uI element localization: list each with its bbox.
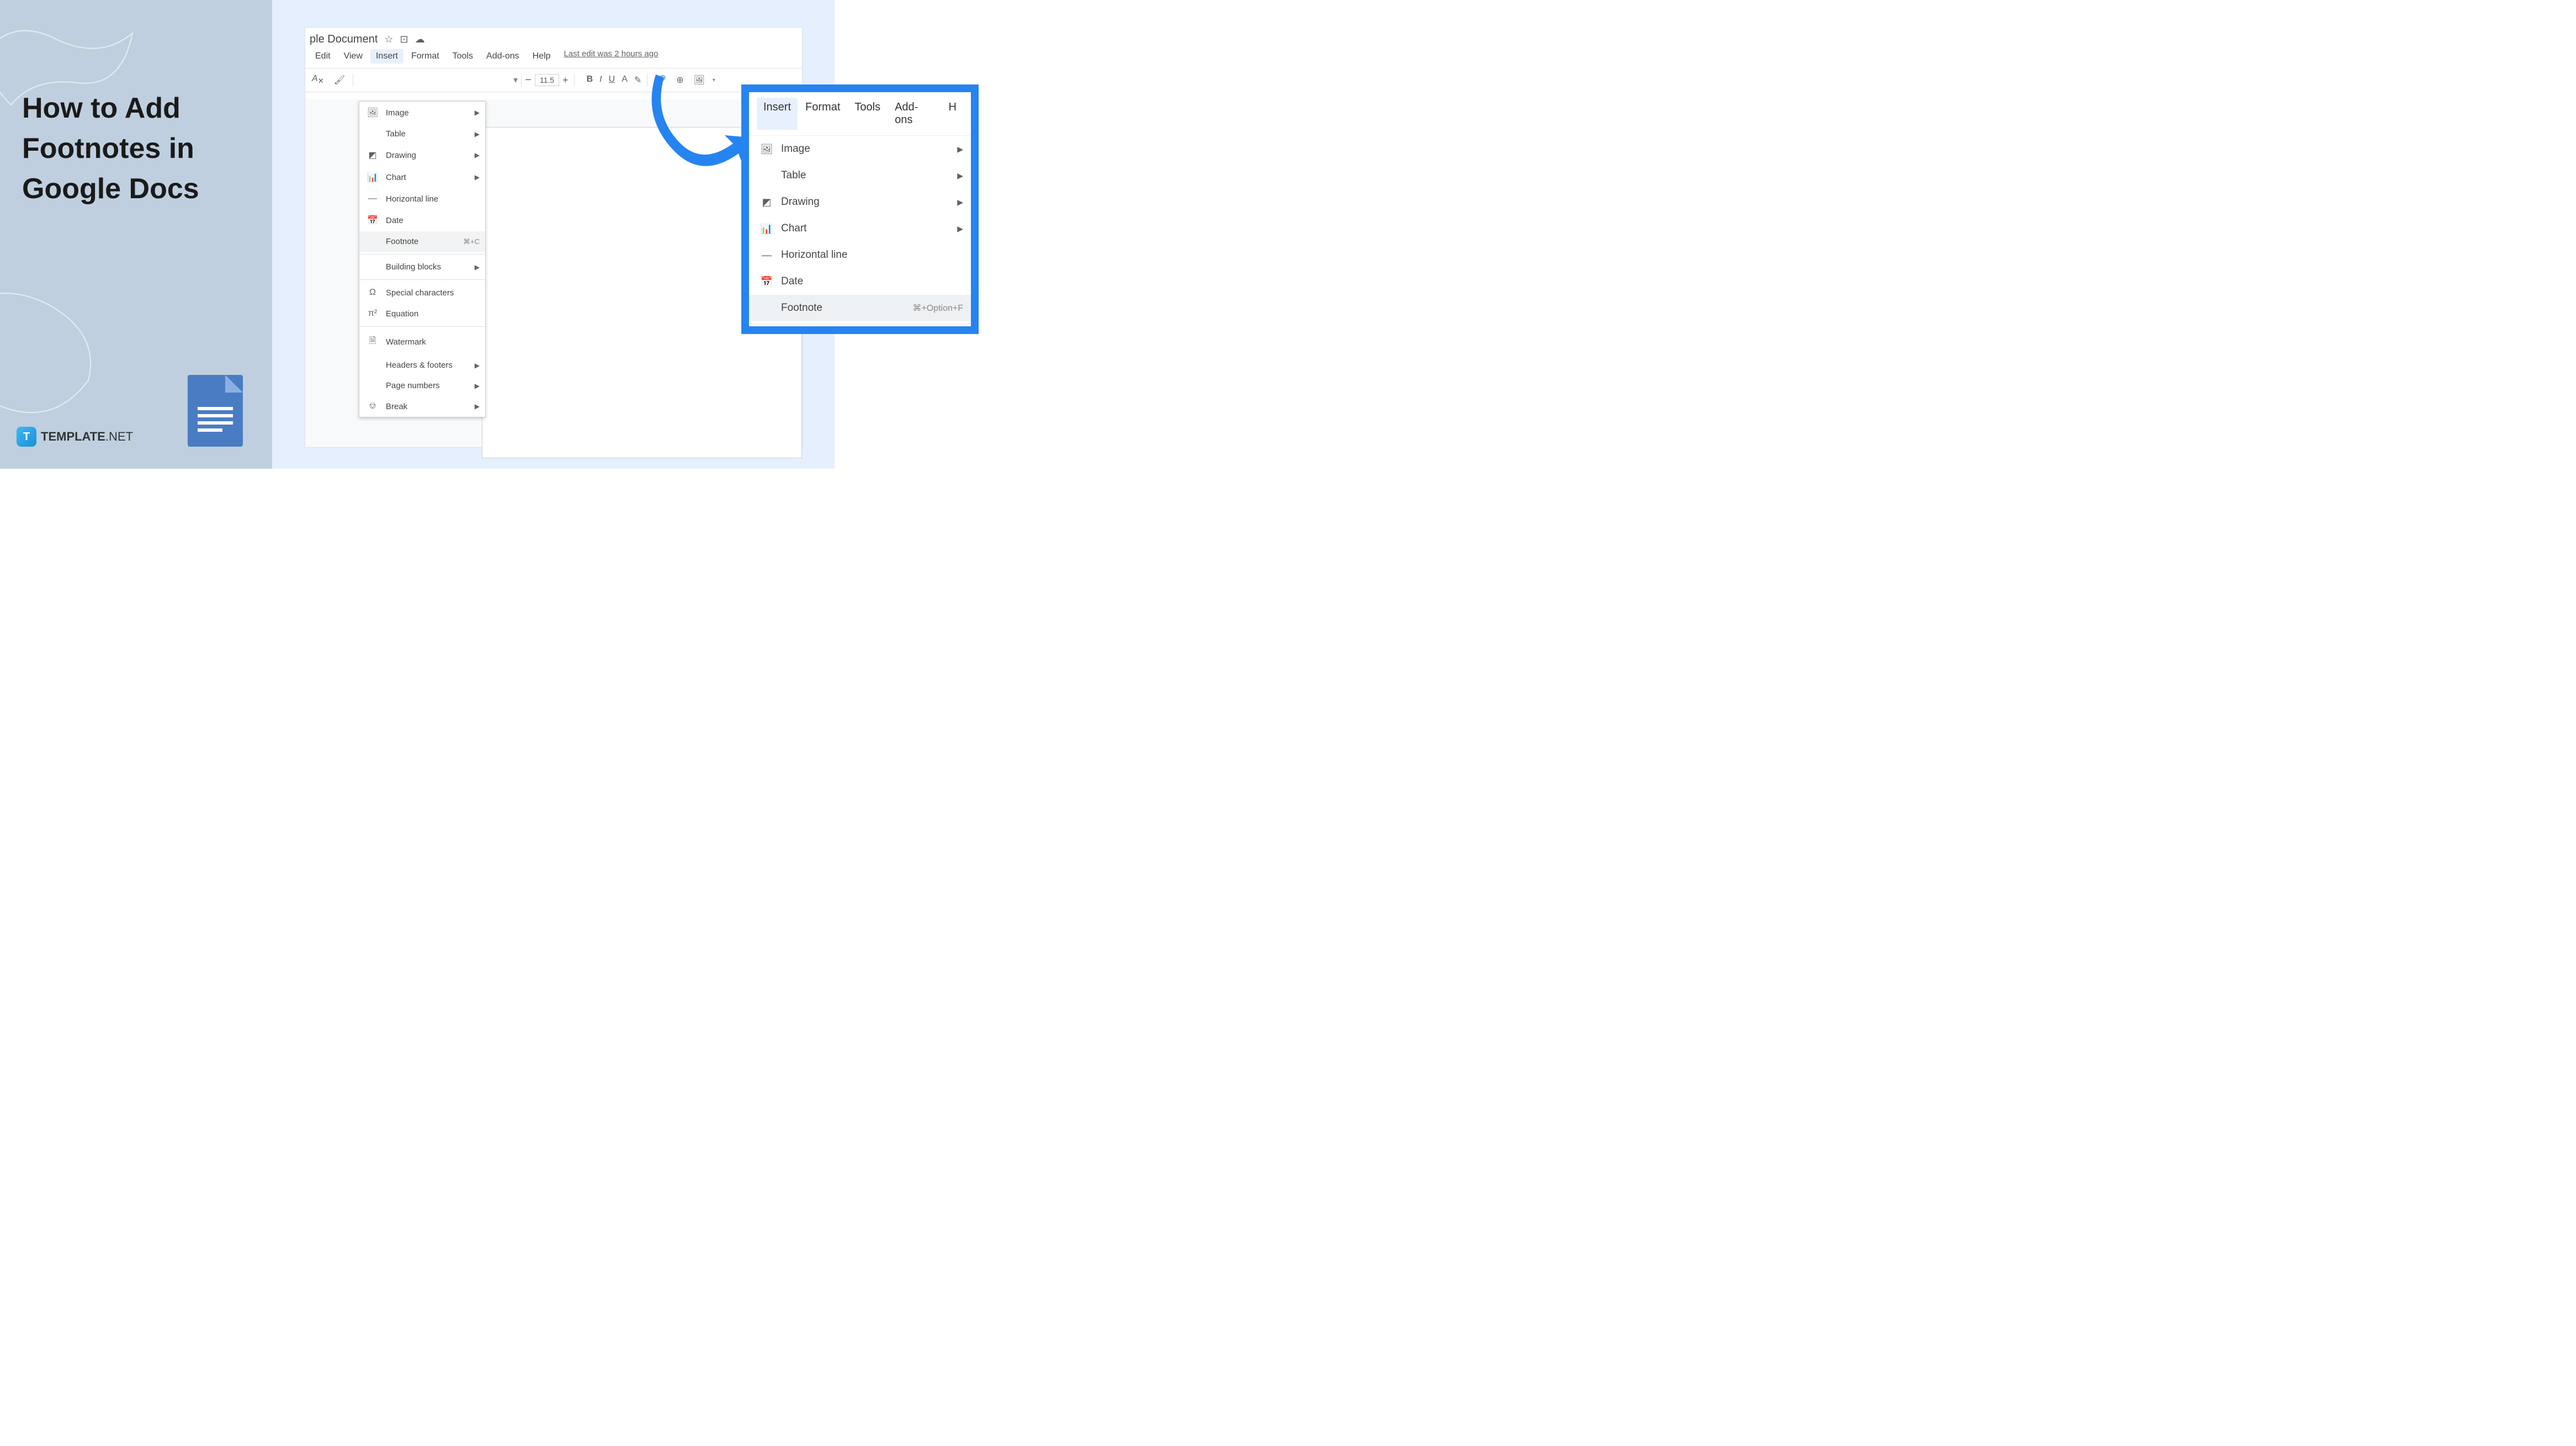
callout-menu-insert[interactable]: Insert [757,98,798,130]
insert-page-numbers[interactable]: Page numbers▶ [359,375,485,396]
logo-suffix: .NET [105,430,133,443]
callout-insert-image[interactable]: 🖼Image▶ [749,136,971,162]
submenu-arrow-icon: ▶ [475,382,480,390]
underline-button[interactable]: U [609,75,615,86]
submenu-arrow-icon: ▶ [957,224,963,234]
left-panel: How to Add Footnotes in Google Docs T TE… [0,0,272,469]
decorative-wave-top [0,11,144,121]
menu-format[interactable]: Format [406,49,445,63]
callout-menu-bar: Insert Format Tools Add-ons H [749,92,971,136]
text-color-button[interactable]: A [622,75,628,86]
submenu-arrow-icon: ▶ [475,173,480,181]
pi-icon: π² [367,309,378,319]
insert-equation[interactable]: π²Equation [359,303,485,324]
menu-help[interactable]: Help [527,49,556,63]
clear-format-icon[interactable]: A✕ [310,72,326,88]
callout-insert-hline[interactable]: ―Horizontal line [749,242,971,268]
date-icon: 📅 [760,276,773,288]
submenu-arrow-icon: ▶ [957,171,963,181]
insert-table[interactable]: Table▶ [359,124,485,144]
menu-insert[interactable]: Insert [370,49,403,63]
last-edit-link[interactable]: Last edit was 2 hours ago [564,49,658,63]
callout-insert-date[interactable]: 📅Date [749,268,971,295]
document-title[interactable]: ple Document [310,33,378,46]
decorative-wave-bottom [0,281,110,425]
chart-icon: 📊 [367,172,378,183]
menu-bar: Edit View Insert Format Tools Add-ons He… [305,46,802,68]
submenu-arrow-icon: ▶ [475,263,480,271]
insert-image[interactable]: 🖼Image▶ [359,102,485,124]
font-size-decrease[interactable]: − [525,74,532,87]
logo-text: TEMPLATE [41,430,105,443]
insert-special-chars[interactable]: ΩSpecial characters [359,282,485,303]
shortcut-label: ⌘+Option+F [912,303,963,314]
callout-panel: Insert Format Tools Add-ons H 🖼Image▶ Ta… [741,84,979,334]
callout-insert-footnote[interactable]: Footnote⌘+Option+F [749,295,971,321]
image-icon: 🖼 [367,107,378,118]
highlight-button[interactable]: ✎ [634,75,641,86]
callout-menu-h[interactable]: H [942,98,963,130]
break-icon: ⎊ [367,401,378,411]
bold-button[interactable]: B [587,75,593,86]
insert-footnote[interactable]: Footnote⌘+C [359,231,485,252]
drawing-icon: ◩ [760,197,773,208]
submenu-arrow-icon: ▶ [475,109,480,116]
insert-watermark[interactable]: 🗎Watermark [359,329,485,355]
date-icon: 📅 [367,215,378,226]
menu-addons[interactable]: Add-ons [481,49,525,63]
font-dropdown-icon[interactable]: ▾ [513,75,518,86]
insert-date[interactable]: 📅Date [359,209,485,231]
logo-badge: T [17,427,36,447]
image-icon: 🖼 [760,144,773,155]
insert-headers-footers[interactable]: Headers & footers▶ [359,355,485,375]
insert-chart[interactable]: 📊Chart▶ [359,166,485,188]
font-size-increase[interactable]: + [562,75,569,86]
callout-menu-tools[interactable]: Tools [848,98,887,130]
line-icon: ― [367,194,378,204]
menu-view[interactable]: View [338,49,368,63]
submenu-arrow-icon: ▶ [475,130,480,138]
insert-drawing[interactable]: ◩Drawing▶ [359,144,485,166]
line-icon: ― [760,250,773,261]
submenu-arrow-icon: ▶ [475,151,480,159]
chart-icon: 📊 [760,223,773,235]
shortcut-label: ⌘+C [463,237,480,246]
google-docs-icon [188,375,243,447]
drawing-icon: ◩ [367,150,378,161]
callout-insert-chart[interactable]: 📊Chart▶ [749,215,971,242]
font-size-control: ▾ − 11.5 + [513,73,568,87]
submenu-arrow-icon: ▶ [475,362,480,369]
italic-button[interactable]: I [599,75,602,86]
right-panel: ple Document ☆ ⊡ ☁ Edit View Insert Form… [272,0,835,469]
omega-icon: Ω [367,288,378,298]
callout-menu-format[interactable]: Format [799,98,847,130]
callout-menu-addons[interactable]: Add-ons [888,98,941,130]
brand-logo: T TEMPLATE.NET [17,427,133,447]
insert-building-blocks[interactable]: Building blocks▶ [359,257,485,277]
insert-break[interactable]: ⎊Break▶ [359,396,485,417]
paint-format-icon[interactable]: 🖌 [332,72,347,88]
cloud-status-icon[interactable]: ☁ [415,34,425,45]
callout-insert-table[interactable]: Table▶ [749,162,971,189]
star-icon[interactable]: ☆ [384,34,393,45]
submenu-arrow-icon: ▶ [475,402,480,410]
submenu-arrow-icon: ▶ [957,145,963,154]
callout-insert-drawing[interactable]: ◩Drawing▶ [749,189,971,215]
insert-horizontal-line[interactable]: ―Horizontal line [359,188,485,209]
move-folder-icon[interactable]: ⊡ [400,34,408,45]
submenu-arrow-icon: ▶ [957,198,963,207]
font-size-input[interactable]: 11.5 [535,74,559,86]
insert-dropdown-menu: 🖼Image▶ Table▶ ◩Drawing▶ 📊Chart▶ ―Horizo… [359,101,486,417]
menu-edit[interactable]: Edit [310,49,336,63]
menu-tools[interactable]: Tools [447,49,479,63]
watermark-icon: 🗎 [367,335,378,349]
